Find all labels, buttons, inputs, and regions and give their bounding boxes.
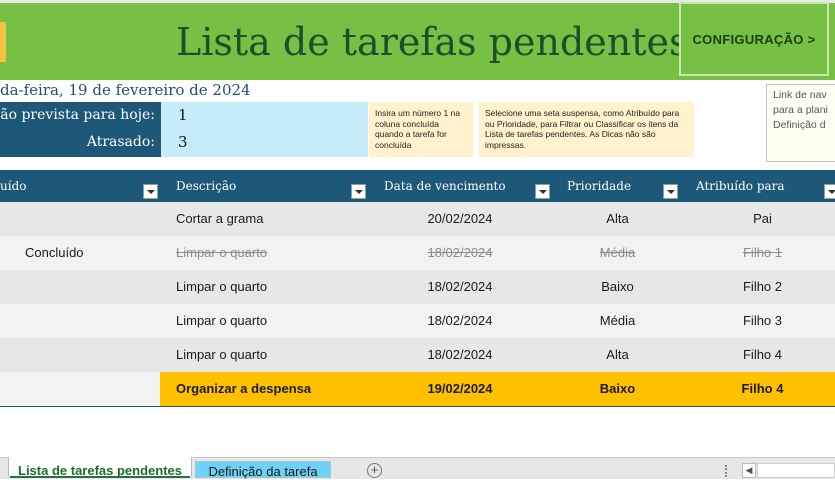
header-assigned: Atribuído para: [696, 179, 785, 193]
table-row[interactable]: Cortar a grama 20/02/2024 Alta Pai: [0, 202, 835, 236]
cell-description[interactable]: Limpar o quarto: [176, 304, 267, 338]
filter-dropdown-icon[interactable]: [824, 184, 835, 199]
overdue-label: Atrasado:: [86, 134, 155, 150]
header-status: uído: [0, 179, 27, 193]
nav-note-line: Link de nav: [773, 89, 827, 101]
logo-icon: [0, 22, 6, 62]
stats-values-panel: 1 3: [161, 102, 368, 157]
sheet-tab-task-definition[interactable]: Definição da tarefa: [195, 461, 331, 479]
cell-description[interactable]: Limpar o quarto: [176, 236, 267, 270]
cell-due-date[interactable]: 18/02/2024: [380, 304, 540, 338]
cell-priority[interactable]: Alta: [560, 202, 675, 236]
scroll-left-icon[interactable]: ◀: [742, 463, 756, 478]
cell-assigned[interactable]: Filho 3: [690, 304, 835, 338]
header-due-date: Data de vencimento: [384, 179, 506, 193]
cell-due-date[interactable]: 18/02/2024: [380, 270, 540, 304]
cell-assigned[interactable]: Filho 4: [690, 372, 835, 406]
cell-priority[interactable]: Alta: [560, 338, 675, 372]
cell-assigned[interactable]: Filho 2: [690, 270, 835, 304]
stats-labels-panel: lusão prevista para hoje: Atrasado:: [0, 102, 161, 157]
filter-dropdown-icon[interactable]: [663, 184, 678, 199]
add-sheet-icon[interactable]: +: [367, 463, 382, 478]
config-button[interactable]: CONFIGURAÇÃO >: [679, 2, 829, 76]
table-row[interactable]: Limpar o quarto 18/02/2024 Média Filho 3: [0, 304, 835, 338]
horizontal-scrollbar[interactable]: [757, 463, 835, 478]
tab-scroll-divider[interactable]: [725, 465, 729, 477]
overdue-value[interactable]: 3: [178, 133, 188, 151]
page-title: Lista de tarefas pendentes: [176, 20, 689, 64]
cell-priority[interactable]: Baixo: [560, 372, 675, 406]
table-row[interactable]: Limpar o quarto 18/02/2024 Alta Filho 4: [0, 338, 835, 372]
filter-dropdown-icon[interactable]: [143, 184, 158, 199]
current-date: da-feira, 19 de fevereiro de 2024: [0, 81, 251, 99]
table-row[interactable]: Limpar o quarto 18/02/2024 Baixo Filho 2: [0, 270, 835, 304]
cell-assigned[interactable]: Filho 4: [690, 338, 835, 372]
cell-description[interactable]: Cortar a grama: [176, 202, 263, 236]
cell-due-date[interactable]: 19/02/2024: [380, 372, 540, 406]
table-bottom-border: [0, 406, 835, 407]
filter-dropdown-icon[interactable]: [351, 184, 366, 199]
cell-due-date[interactable]: 18/02/2024: [380, 236, 540, 270]
due-today-label: lusão prevista para hoje:: [0, 107, 155, 123]
sheet-tab-active[interactable]: Lista de tarefas pendentes: [8, 457, 192, 478]
cell-priority[interactable]: Baixo: [560, 270, 675, 304]
cell-due-date[interactable]: 20/02/2024: [380, 202, 540, 236]
navigation-note: Link de nav para a plani Definição d: [766, 84, 835, 162]
cell-description[interactable]: Organizar a despensa: [176, 372, 311, 406]
cell-due-date[interactable]: 18/02/2024: [380, 338, 540, 372]
due-today-value[interactable]: 1: [178, 106, 188, 124]
cell-assigned[interactable]: Filho 1: [690, 236, 835, 270]
cell-status[interactable]: Concluído: [25, 236, 84, 270]
nav-note-line: Definição d: [773, 119, 826, 131]
cell-description[interactable]: Limpar o quarto: [176, 338, 267, 372]
filter-dropdown-icon[interactable]: [535, 184, 550, 199]
nav-note-line: para a plani: [773, 104, 828, 116]
tip-completed-column: Insira um número 1 na coluna concluída q…: [369, 102, 473, 157]
header-description: Descrição: [176, 179, 237, 193]
table-row-overdue[interactable]: Organizar a despensa 19/02/2024 Baixo Fi…: [0, 372, 835, 406]
table-row[interactable]: Concluído Limpar o quarto 18/02/2024 Méd…: [0, 236, 835, 270]
header-priority: Prioridade: [567, 179, 632, 193]
cell-description[interactable]: Limpar o quarto: [176, 270, 267, 304]
tip-filter-sort: Selecione uma seta suspensa, como Atribu…: [479, 102, 694, 157]
table-header: uído Descrição Data de vencimento Priori…: [0, 170, 835, 202]
cell-priority[interactable]: Média: [560, 304, 675, 338]
cell-assigned[interactable]: Pai: [690, 202, 835, 236]
cell-priority[interactable]: Média: [560, 236, 675, 270]
